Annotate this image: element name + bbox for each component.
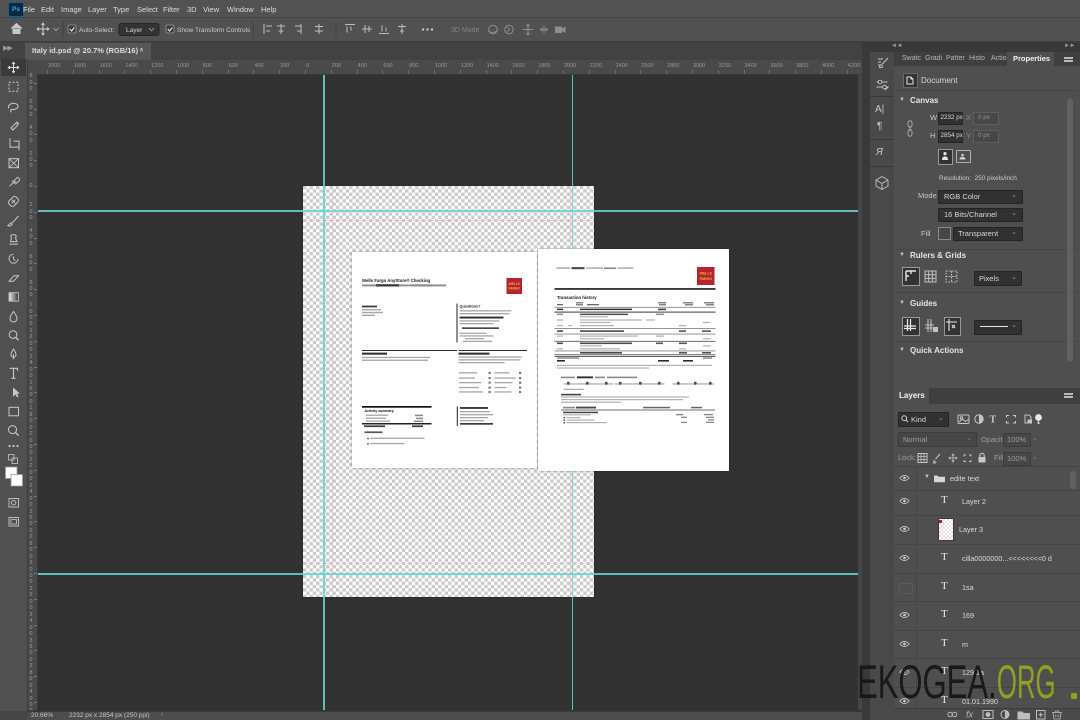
svg-text:Transaction history: Transaction history — [557, 295, 597, 300]
svg-text:fx: fx — [966, 710, 974, 720]
svg-text:FARGO: FARGO — [509, 287, 521, 291]
svg-text:Questions?: Questions? — [460, 305, 482, 309]
svg-text:WELLS: WELLS — [509, 282, 520, 286]
svg-text:Wells Fargo AnyStore® Checking: Wells Fargo AnyStore® Checking — [362, 278, 430, 283]
svg-text:T: T — [990, 415, 997, 426]
svg-text:Activity summary: Activity summary — [365, 409, 394, 413]
svg-text:FARGO: FARGO — [700, 277, 713, 281]
svg-text:WELLS: WELLS — [700, 272, 713, 276]
